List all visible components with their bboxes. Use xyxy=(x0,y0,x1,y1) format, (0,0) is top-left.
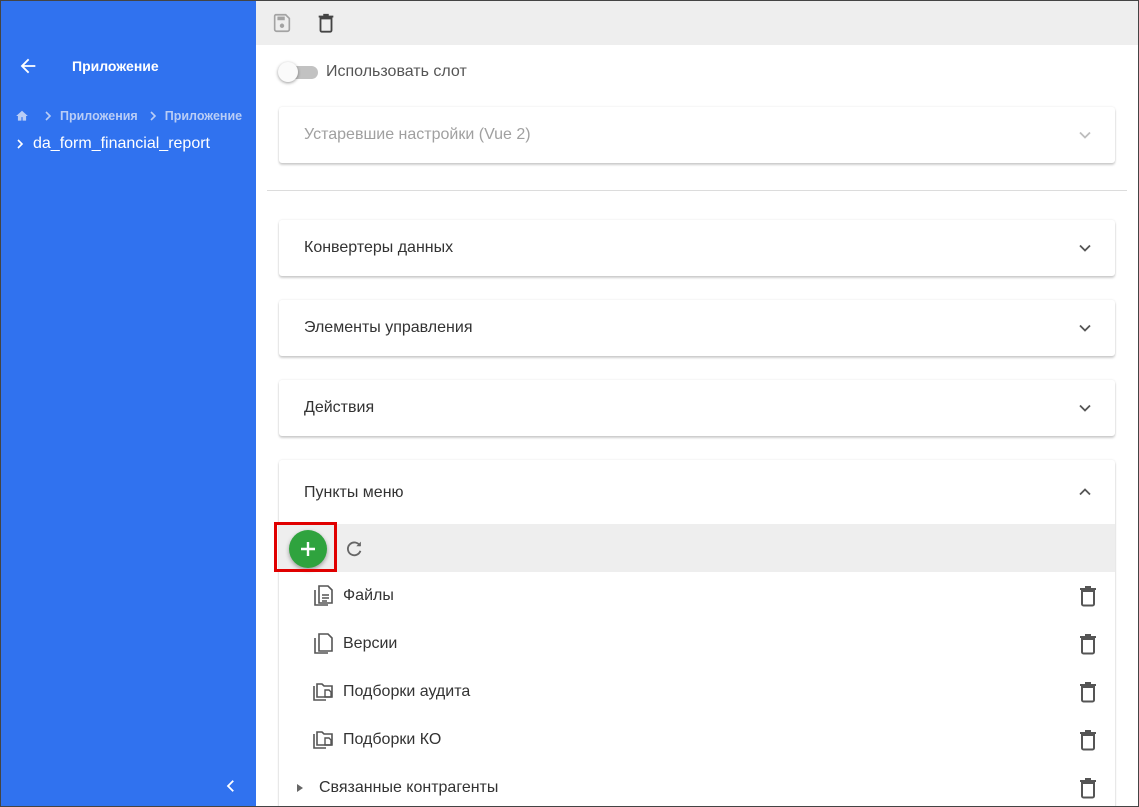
panel-title: Пункты меню xyxy=(304,484,404,501)
folder-copy-icon xyxy=(313,683,333,701)
use-slot-label: Использовать слот xyxy=(326,63,467,80)
delete-icon[interactable] xyxy=(1077,776,1099,800)
delete-icon[interactable] xyxy=(1077,728,1099,752)
chevron-down-icon xyxy=(1079,244,1091,252)
panel-data-converters: Конвертеры данных xyxy=(279,220,1115,276)
breadcrumb-item-application[interactable]: Приложение xyxy=(165,109,242,123)
list-item-label: Связанные контрагенты xyxy=(319,779,499,796)
main-content: Использовать слот Устаревшие настройки (… xyxy=(256,45,1138,806)
chevron-down-icon xyxy=(1079,324,1091,332)
home-icon[interactable] xyxy=(15,109,29,123)
sidebar-title: Приложение xyxy=(72,58,159,74)
breadcrumb-item-applications[interactable]: Приложения xyxy=(60,109,138,123)
panel-legacy-settings: Устаревшие настройки (Vue 2) xyxy=(279,107,1115,163)
panel-menu-items-header[interactable]: Пункты меню xyxy=(279,460,1115,524)
chevron-right-icon xyxy=(17,139,24,149)
panel-legacy-settings-header[interactable]: Устаревшие настройки (Vue 2) xyxy=(279,107,1115,163)
chevron-left-icon[interactable] xyxy=(222,777,240,795)
list-item[interactable]: Связанные контрагенты xyxy=(279,764,1115,806)
save-icon[interactable] xyxy=(271,12,293,34)
divider xyxy=(267,190,1127,191)
panel-title: Устаревшие настройки (Vue 2) xyxy=(304,126,531,143)
delete-icon[interactable] xyxy=(1077,632,1099,656)
breadcrumb: Приложения Приложение xyxy=(15,107,252,125)
plus-icon xyxy=(301,542,315,556)
top-toolbar xyxy=(256,1,1138,45)
chevron-down-icon xyxy=(1079,404,1091,412)
arrow-back-icon[interactable] xyxy=(17,55,39,77)
panel-controls: Элементы управления xyxy=(279,300,1115,356)
panel-actions-header[interactable]: Действия xyxy=(279,380,1115,436)
chevron-up-icon xyxy=(1079,488,1091,496)
refresh-icon[interactable] xyxy=(343,538,365,560)
panel-title: Действия xyxy=(304,399,375,416)
document-text-icon xyxy=(314,585,333,606)
list-item-label: Подборки аудита xyxy=(343,683,471,700)
sidebar-header: Приложение xyxy=(1,45,256,85)
chevron-down-icon xyxy=(1079,131,1091,139)
list-item-label: Версии xyxy=(343,635,398,652)
folder-copy-icon xyxy=(313,731,333,749)
chevron-right-icon xyxy=(45,111,52,121)
panel-controls-header[interactable]: Элементы управления xyxy=(279,300,1115,356)
panel-menu-items: Пункты меню Файлы Версии Подборки аудита… xyxy=(274,460,1115,806)
panel-title: Конвертеры данных xyxy=(304,239,454,256)
chevron-right-icon xyxy=(150,111,156,121)
caret-right-icon[interactable] xyxy=(295,783,305,793)
use-slot-toggle[interactable] xyxy=(278,62,318,82)
toggle-knob xyxy=(278,62,298,82)
panel-data-converters-header[interactable]: Конвертеры данных xyxy=(279,220,1115,276)
list-item[interactable]: Подборки КО xyxy=(279,716,1115,764)
document-copy-icon xyxy=(314,633,333,654)
delete-icon[interactable] xyxy=(1077,584,1099,608)
app-window: Приложение Приложения Приложение da_form… xyxy=(0,0,1139,807)
tree-item-label: da_form_financial_report xyxy=(33,135,210,152)
delete-icon[interactable] xyxy=(315,12,337,34)
list-item[interactable]: Подборки аудита xyxy=(279,668,1115,716)
list-item[interactable]: Файлы xyxy=(279,572,1115,620)
list-item-label: Подборки КО xyxy=(343,731,442,748)
tree-item-form[interactable]: da_form_financial_report xyxy=(15,133,210,155)
delete-icon[interactable] xyxy=(1077,680,1099,704)
add-menu-item-button[interactable] xyxy=(289,530,327,568)
menu-items-toolbar xyxy=(274,522,1115,572)
panel-actions: Действия xyxy=(279,380,1115,436)
sidebar: Приложение Приложения Приложение da_form… xyxy=(1,1,256,806)
list-item[interactable]: Версии xyxy=(279,620,1115,668)
panel-title: Элементы управления xyxy=(304,319,473,336)
list-item-label: Файлы xyxy=(343,587,394,604)
